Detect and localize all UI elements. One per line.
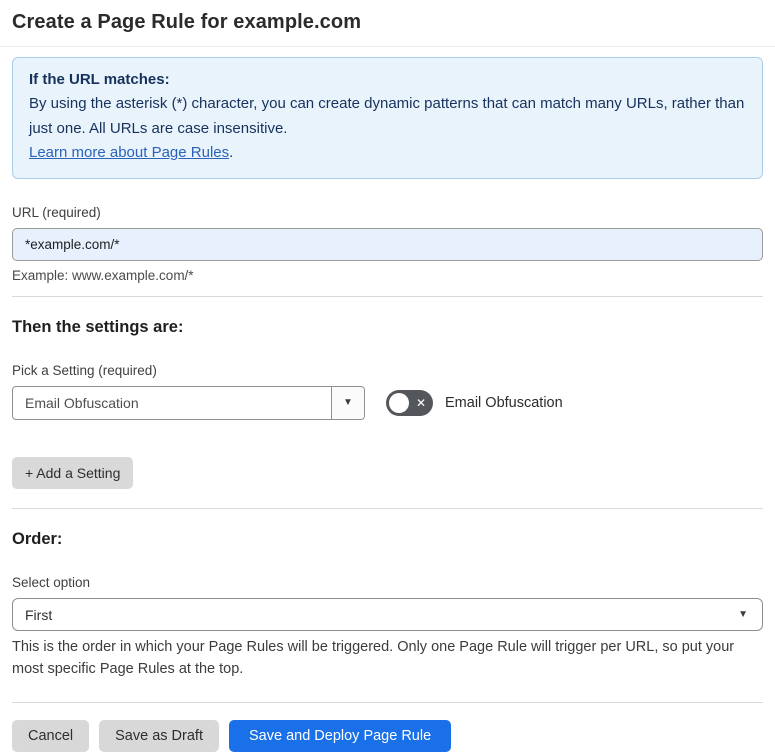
setting-select-arrow-button[interactable]: ▼ xyxy=(331,387,364,420)
divider xyxy=(12,296,763,298)
divider xyxy=(12,701,763,703)
order-select-label: Select option xyxy=(12,575,91,591)
info-box-heading: If the URL matches: xyxy=(29,71,170,88)
save-and-deploy-button[interactable]: Save and Deploy Page Rule xyxy=(228,719,452,752)
order-section-heading: Order: xyxy=(12,530,63,549)
order-helper-text: This is the order in which your Page Rul… xyxy=(12,639,735,677)
cancel-button[interactable]: Cancel xyxy=(12,719,90,752)
chevron-down-icon: ▼ xyxy=(343,397,353,409)
pick-setting-label: Pick a Setting (required) xyxy=(12,363,157,379)
save-as-draft-button[interactable]: Save as Draft xyxy=(99,719,219,752)
url-match-info-box: If the URL matches: By using the asteris… xyxy=(12,57,763,180)
setting-select[interactable]: Email Obfuscation ▼ xyxy=(12,386,365,421)
url-input[interactable] xyxy=(12,228,763,262)
x-icon: ✕ xyxy=(415,396,426,411)
learn-more-link[interactable]: Learn more about Page Rules xyxy=(29,144,229,161)
order-select-value: First xyxy=(25,606,53,623)
link-suffix: . xyxy=(229,143,234,161)
setting-row: Email Obfuscation ▼ ✕ Email Obfuscation xyxy=(12,386,763,421)
setting-select-value: Email Obfuscation xyxy=(25,395,139,412)
order-select[interactable]: First ▼ xyxy=(12,598,763,632)
settings-section-heading: Then the settings are: xyxy=(12,318,184,337)
toggle-label: Email Obfuscation xyxy=(445,395,563,412)
page-header: Create a Page Rule for example.com xyxy=(0,0,775,47)
toggle-knob xyxy=(389,393,409,414)
url-field-label: URL (required) xyxy=(12,205,101,221)
url-example-helper: Example: www.example.com/* xyxy=(12,268,194,284)
info-box-body: By using the asterisk (*) character, you… xyxy=(29,95,745,137)
chevron-down-icon: ▼ xyxy=(738,608,748,620)
divider xyxy=(12,508,763,510)
page-title: Create a Page Rule for example.com xyxy=(12,11,362,33)
email-obfuscation-toggle[interactable]: ✕ xyxy=(386,390,433,417)
footer-actions: Cancel Save as Draft Save and Deploy Pag… xyxy=(12,719,763,752)
add-setting-button[interactable]: + Add a Setting xyxy=(12,457,134,490)
